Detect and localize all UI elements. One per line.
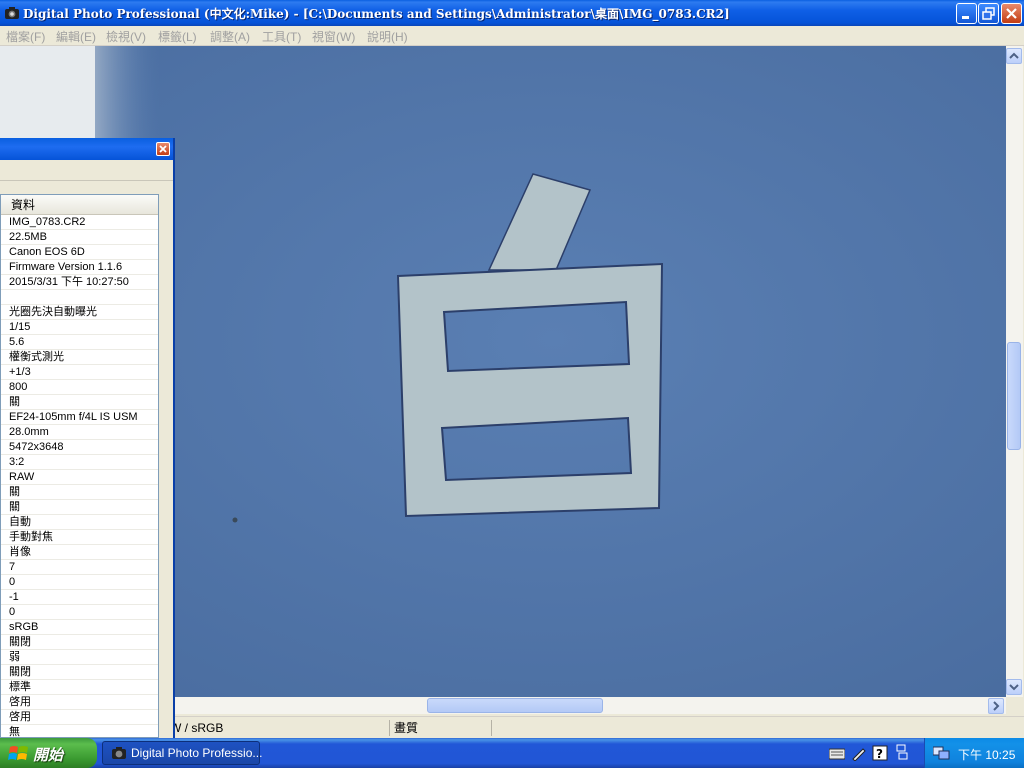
minimize-button[interactable] xyxy=(956,3,977,24)
info-palette: 資料 IMG_0783.CR2 22.5MB Canon EOS 6D Firmwar… xyxy=(0,138,175,738)
restore-icon xyxy=(982,7,995,20)
menu-label[interactable]: 標籤(L) xyxy=(158,28,197,45)
windows-logo-icon xyxy=(8,746,28,760)
info-row[interactable]: 弱 xyxy=(1,650,158,665)
close-icon xyxy=(1006,8,1017,19)
window-title: Digital Photo Professional (中文化:Mike) - … xyxy=(23,7,730,21)
palette-close-button[interactable] xyxy=(156,142,170,156)
menu-file[interactable]: 檔案(F) xyxy=(6,28,45,45)
menu-window[interactable]: 視窗(W) xyxy=(312,28,355,45)
horizontal-scrollbar[interactable] xyxy=(175,697,1006,714)
info-row[interactable]: IMG_0783.CR2 xyxy=(1,215,158,230)
close-icon xyxy=(159,145,167,153)
scroll-right-button[interactable] xyxy=(988,698,1004,714)
info-row[interactable]: 肖像 xyxy=(1,545,158,560)
info-rows: IMG_0783.CR2 22.5MB Canon EOS 6D Firmware V… xyxy=(1,215,158,737)
network-icon[interactable] xyxy=(933,745,951,761)
arrow-right-icon xyxy=(993,701,1000,711)
info-row[interactable]: 2015/3/31 下午 10:27:50 xyxy=(1,275,158,290)
info-row[interactable]: EF24-105mm f/4L IS USM xyxy=(1,410,158,425)
status-quality: 畫質 xyxy=(390,720,492,736)
scroll-down-button[interactable] xyxy=(1006,679,1022,695)
info-row[interactable]: 關 xyxy=(1,395,158,410)
status-color-space: W / sRGB xyxy=(166,720,390,736)
info-row[interactable]: 28.0mm xyxy=(1,425,158,440)
info-row[interactable]: 3:2 xyxy=(1,455,158,470)
restore-small-icon[interactable] xyxy=(896,744,908,760)
system-tray: 下午 10:25 xyxy=(924,738,1024,768)
info-row[interactable]: 權衡式測光 xyxy=(1,350,158,365)
info-row[interactable]: 0 xyxy=(1,575,158,590)
info-row[interactable]: 1/15 xyxy=(1,320,158,335)
info-list[interactable]: 資料 IMG_0783.CR2 22.5MB Canon EOS 6D Firmwar… xyxy=(0,194,159,738)
arrow-up-icon xyxy=(1009,52,1019,59)
horizontal-scroll-thumb[interactable] xyxy=(427,698,603,713)
scroll-up-button[interactable] xyxy=(1006,48,1022,64)
close-button[interactable] xyxy=(1001,3,1022,24)
info-row[interactable]: 關 xyxy=(1,500,158,515)
palette-title-bar[interactable] xyxy=(0,138,173,160)
minimize-icon xyxy=(962,16,969,19)
start-label: 開始 xyxy=(33,747,64,764)
info-row[interactable]: Firmware Version 1.1.6 xyxy=(1,260,158,275)
info-row[interactable]: 啓用 xyxy=(1,710,158,725)
restore-button[interactable] xyxy=(978,3,999,24)
app-camera-icon xyxy=(5,7,19,19)
info-row[interactable]: 啓用 xyxy=(1,695,158,710)
info-row[interactable]: 光圈先決自動曝光 xyxy=(1,305,158,320)
info-row[interactable]: +1/3 xyxy=(1,365,158,380)
app-camera-icon xyxy=(112,747,126,759)
menu-view[interactable]: 檢視(V) xyxy=(106,28,146,45)
info-row[interactable]: 7 xyxy=(1,560,158,575)
info-row[interactable]: 800 xyxy=(1,380,158,395)
info-row[interactable]: 標準 xyxy=(1,680,158,695)
menu-tools[interactable]: 工具(T) xyxy=(262,28,301,45)
info-row[interactable]: 關閉 xyxy=(1,635,158,650)
info-row[interactable]: 關 xyxy=(1,485,158,500)
svg-text:?: ? xyxy=(876,747,883,761)
pen-icon[interactable] xyxy=(851,745,867,761)
info-row[interactable]: 22.5MB xyxy=(1,230,158,245)
info-row[interactable]: RAW xyxy=(1,470,158,485)
title-bar[interactable]: Digital Photo Professional (中文化:Mike) - … xyxy=(0,0,1024,26)
menu-adjust[interactable]: 調整(A) xyxy=(210,28,250,45)
info-row[interactable]: 自動 xyxy=(1,515,158,530)
taskbar-dpp-label: Digital Photo Professio... xyxy=(131,746,263,760)
taskbar-dpp-button[interactable]: Digital Photo Professio... xyxy=(102,741,263,765)
arrow-down-icon xyxy=(1009,684,1019,691)
info-row[interactable]: 5.6 xyxy=(1,335,158,350)
start-button[interactable]: 開始 xyxy=(0,738,97,768)
clock: 下午 10:25 xyxy=(958,748,1016,762)
palette-divider xyxy=(0,180,173,181)
info-row[interactable]: -1 xyxy=(1,590,158,605)
info-row[interactable]: 無 xyxy=(1,725,158,737)
vertical-scrollbar[interactable] xyxy=(1006,46,1023,697)
info-row[interactable] xyxy=(1,290,158,305)
menu-edit[interactable]: 編輯(E) xyxy=(56,28,96,45)
menu-help[interactable]: 說明(H) xyxy=(367,28,408,45)
help-icon[interactable]: ? xyxy=(872,745,888,761)
info-row[interactable]: 5472x3648 xyxy=(1,440,158,455)
info-row[interactable]: Canon EOS 6D xyxy=(1,245,158,260)
info-row[interactable]: sRGB xyxy=(1,620,158,635)
info-column-header[interactable]: 資料 xyxy=(1,195,158,215)
vertical-scroll-thumb[interactable] xyxy=(1007,342,1021,450)
info-row[interactable]: 手動對焦 xyxy=(1,530,158,545)
info-row[interactable]: 關閉 xyxy=(1,665,158,680)
keyboard-icon[interactable] xyxy=(829,747,845,761)
menu-bar: 檔案(F) 編輯(E) 檢視(V) 標籤(L) 調整(A) 工具(T) 視窗(W… xyxy=(0,26,1024,46)
info-row[interactable]: 0 xyxy=(1,605,158,620)
taskbar: 開始 Digital Photo Professio... ? 下午 10:25 xyxy=(0,738,1024,768)
